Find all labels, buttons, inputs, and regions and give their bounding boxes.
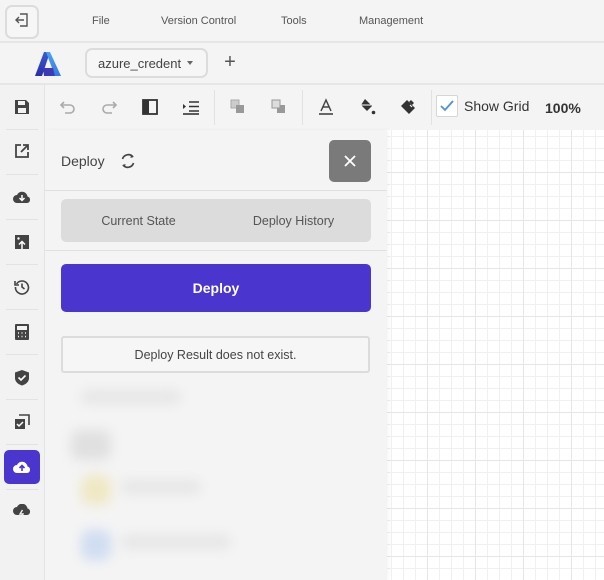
calculator-icon (15, 324, 29, 340)
format-paint-icon[interactable] (398, 97, 418, 117)
menu-tools[interactable]: Tools (281, 15, 307, 27)
show-grid-toggle[interactable]: Show Grid (436, 95, 529, 117)
text-color-icon[interactable] (316, 97, 336, 117)
exit-button[interactable] (5, 5, 39, 39)
deploy-result-message: Deploy Result does not exist. (61, 336, 370, 373)
sidebar-item-image-upload[interactable] (4, 225, 40, 259)
add-project-button[interactable]: + (220, 51, 240, 73)
panel-toggle-icon[interactable] (140, 97, 160, 117)
sidebar-item-calculator[interactable] (4, 315, 40, 349)
show-grid-label: Show Grid (464, 98, 530, 114)
send-back-icon[interactable] (269, 97, 289, 117)
checkmark-icon (440, 100, 454, 112)
save-button[interactable] (4, 90, 40, 124)
diagram-canvas[interactable] (387, 130, 604, 580)
divider (45, 250, 387, 251)
deploy-button[interactable]: Deploy (61, 264, 371, 312)
menu-version-control[interactable]: Version Control (161, 15, 236, 27)
sidebar-divider (6, 399, 38, 400)
sidebar-item-validate[interactable] (4, 405, 40, 439)
project-name: azure_credent (98, 55, 182, 71)
sidebar-item-history[interactable] (4, 270, 40, 304)
show-grid-checkbox[interactable] (436, 95, 458, 117)
sidebar-divider (6, 444, 38, 445)
cloud-lightning-icon (13, 504, 31, 520)
cloud-download-icon (13, 191, 31, 203)
save-icon (15, 100, 29, 114)
undo-icon[interactable] (58, 97, 78, 117)
sidebar-item-cloud-download[interactable] (4, 180, 40, 214)
azure-logo (34, 51, 62, 77)
project-select[interactable]: azure_credent (85, 48, 208, 78)
deploy-panel: Deploy Current State Deploy History Depl… (45, 130, 387, 580)
sidebar-item-security[interactable] (4, 360, 40, 394)
panel-header: Deploy (45, 130, 387, 191)
app-root: File Version Control Tools Management az… (0, 0, 604, 580)
export-icon (15, 144, 29, 158)
copy-check-icon (15, 414, 30, 429)
history-icon (14, 280, 30, 295)
toolbar-divider (302, 90, 303, 125)
tab-deploy-history[interactable]: Deploy History (216, 199, 371, 242)
close-button[interactable] (329, 140, 371, 182)
cloud-upload-icon (13, 461, 31, 473)
image-upload-icon (15, 235, 29, 249)
sidebar-divider (6, 489, 38, 490)
toolbar: Show Grid 100% (0, 85, 604, 130)
fill-color-icon[interactable] (357, 97, 377, 117)
sidebar-divider (6, 219, 38, 220)
toolbar-divider (214, 90, 215, 125)
indent-icon[interactable] (181, 97, 201, 117)
shield-check-icon (15, 369, 29, 385)
menu-management[interactable]: Management (359, 15, 423, 27)
panel-title: Deploy (61, 153, 105, 169)
sidebar-divider (6, 129, 38, 130)
exit-icon (14, 12, 30, 33)
zoom-level[interactable]: 100% (545, 100, 581, 116)
sidebar-divider (6, 354, 38, 355)
sidebar-item-deploy[interactable] (4, 450, 40, 484)
tab-current-state[interactable]: Current State (61, 199, 216, 242)
bring-front-icon[interactable] (228, 97, 248, 117)
sidebar-divider (6, 309, 38, 310)
chevron-down-icon (187, 61, 194, 65)
menu-file[interactable]: File (92, 15, 110, 27)
sidebar (0, 85, 45, 580)
menu-bar: File Version Control Tools Management (0, 0, 604, 43)
sidebar-item-cloud-lightning[interactable] (4, 495, 40, 529)
refresh-icon[interactable] (119, 152, 137, 170)
sidebar-divider (6, 174, 38, 175)
blurred-background-content (61, 380, 371, 580)
panel-tabs: Current State Deploy History (61, 199, 371, 242)
project-bar: azure_credent + (0, 43, 604, 85)
sidebar-divider (6, 264, 38, 265)
close-icon (344, 155, 356, 167)
sidebar-item-export[interactable] (4, 134, 40, 168)
redo-icon[interactable] (99, 97, 119, 117)
toolbar-divider (431, 90, 432, 125)
